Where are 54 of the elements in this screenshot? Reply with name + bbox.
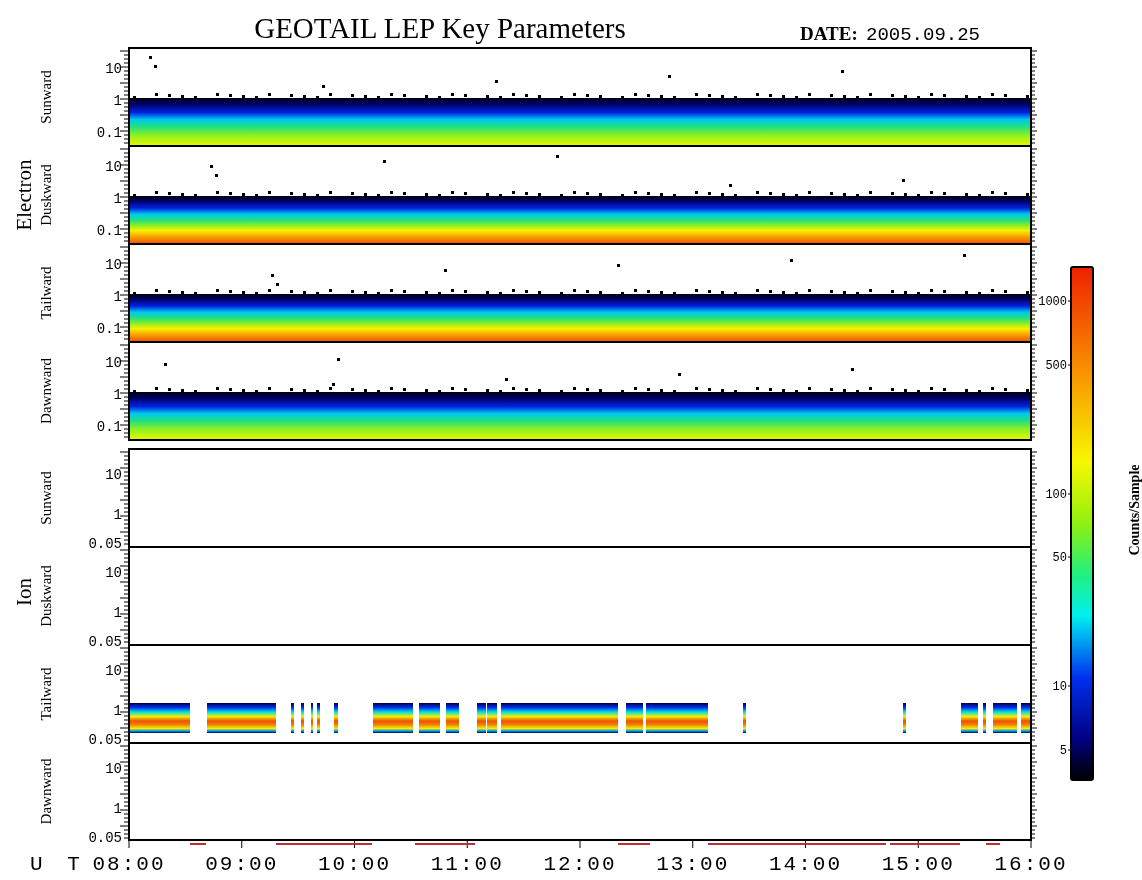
y-tick-label: 10	[105, 355, 122, 371]
y-tick-label: 10	[105, 761, 122, 777]
scale-tick-label: 500	[1045, 359, 1067, 373]
x-tick-label: 15:00	[881, 853, 955, 876]
panel-label: Dawnward	[38, 758, 54, 825]
panel-label: Tailward	[38, 667, 54, 721]
scale-tick-label: 50	[1052, 551, 1067, 565]
y-tick-label: 0.1	[96, 223, 122, 239]
x-tick-label: 10:00	[318, 853, 391, 876]
y-tick-label: 0.05	[88, 830, 122, 846]
scale-tick-label: 5	[1059, 744, 1067, 758]
y-tick-label: 10	[105, 565, 122, 581]
scale-label: Counts/Sample	[1127, 464, 1142, 556]
y-tick-label: 0.05	[88, 536, 122, 552]
x-tick-label: 11:00	[430, 853, 504, 876]
y-tick-label: 10	[105, 467, 122, 483]
group-label: Ion	[12, 578, 36, 606]
y-tick-label: 1	[113, 191, 122, 207]
y-tick-label: 1	[113, 289, 122, 305]
panel-label: Tailward	[38, 266, 54, 320]
x-tick-label: 09:00	[205, 853, 279, 876]
y-tick-label: 10	[105, 257, 122, 273]
x-axis-label: U T	[30, 853, 86, 876]
y-tick-label: 1	[113, 387, 122, 403]
x-tick-label: 13:00	[656, 853, 730, 876]
panel-label: Sunward	[38, 70, 54, 124]
y-tick-label: 0.1	[96, 125, 122, 141]
x-tick-label: 08:00	[92, 853, 166, 876]
y-tick-label: 10	[105, 663, 122, 679]
date-value: 2005.09.25	[866, 24, 981, 46]
y-tick-label: 1	[113, 93, 122, 109]
scale-tick-label: 10	[1052, 680, 1067, 694]
y-tick-label: 0.05	[88, 634, 122, 650]
y-tick-label: 1	[113, 507, 122, 523]
y-tick-label: 0.1	[96, 321, 122, 337]
chart-title: GEOTAIL LEP Key Parameters	[254, 12, 626, 44]
x-tick-label: 12:00	[543, 853, 617, 876]
y-tick-label: 1	[113, 801, 122, 817]
panel-label: Duskward	[38, 164, 54, 226]
y-tick-label: 10	[105, 159, 122, 175]
scale-tick-label: 1000	[1038, 295, 1067, 309]
x-tick-label: 16:00	[994, 853, 1068, 876]
panel-label: Duskward	[38, 565, 54, 627]
x-tick-label: 14:00	[769, 853, 842, 876]
y-tick-label: 1	[113, 605, 122, 621]
y-tick-label: 1	[113, 703, 122, 719]
scale-tick-label: 100	[1045, 488, 1067, 502]
panel-label: Sunward	[38, 471, 54, 525]
y-tick-label: 0.05	[88, 732, 122, 748]
panel-label: Dawnward	[38, 358, 54, 424]
group-label: Electron	[12, 159, 36, 231]
y-tick-label: 0.1	[96, 419, 122, 435]
date-label: DATE:	[800, 23, 858, 44]
y-tick-label: 10	[105, 61, 122, 77]
